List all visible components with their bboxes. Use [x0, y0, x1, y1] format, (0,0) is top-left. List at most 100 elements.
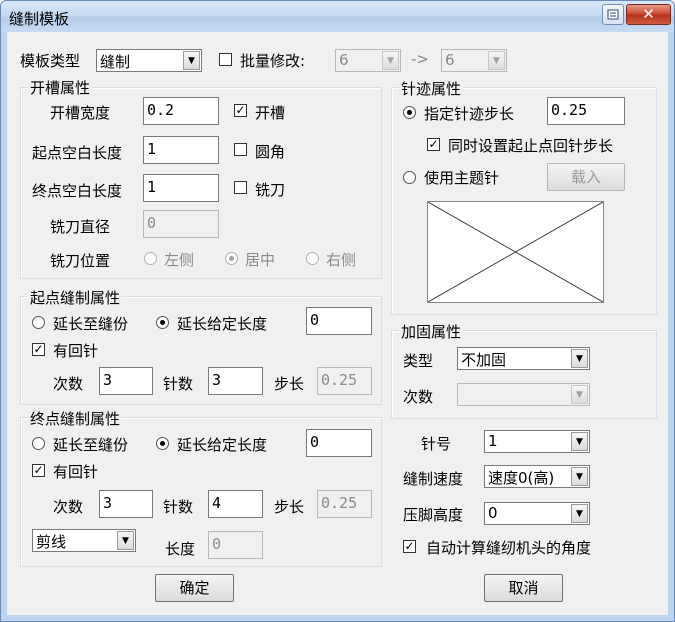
needle-number-value: 1: [488, 432, 498, 450]
start-backstitch-label: 有回针: [53, 342, 99, 360]
chevron-down-icon[interactable]: ▼: [183, 51, 200, 70]
round-corner-checkbox[interactable]: [234, 143, 247, 156]
system-menu-icon[interactable]: [602, 4, 624, 25]
end-extend-input[interactable]: 0: [306, 429, 372, 457]
chevron-down-icon[interactable]: ▼: [117, 531, 134, 550]
mill-pos-center-label: 居中: [245, 251, 276, 269]
mill-pos-right-label: 右侧: [326, 251, 357, 269]
presser-foot-select[interactable]: 0 ▼: [484, 502, 590, 525]
mill-pos-right-radio[interactable]: [306, 252, 319, 265]
reinforce-count-select[interactable]: ▼: [457, 383, 590, 406]
load-button[interactable]: 载入: [547, 163, 625, 191]
batch-from-value: 6: [339, 51, 349, 69]
presser-foot-value: 0: [488, 504, 498, 522]
sync-step-checkbox[interactable]: ✓: [427, 138, 440, 151]
end-step-input[interactable]: 0.25: [317, 490, 372, 518]
sync-step-label: 同时设置起止点回针步长: [448, 137, 614, 155]
batch-to-select[interactable]: 6 ▼: [441, 49, 507, 72]
mill-label: 铣刀: [255, 181, 286, 199]
batch-modify-checkbox[interactable]: [219, 53, 232, 66]
specify-step-radio[interactable]: [403, 106, 416, 119]
chevron-down-icon[interactable]: ▼: [382, 51, 399, 70]
end-count-input[interactable]: 3: [99, 490, 153, 518]
slot-properties-title: 开槽属性: [28, 77, 93, 98]
end-count-label: 次数: [53, 498, 84, 516]
round-corner-label: 圆角: [255, 143, 286, 161]
needle-number-label: 针号: [421, 435, 452, 453]
reinforce-type-select[interactable]: 不加固 ▼: [457, 347, 590, 370]
mill-diameter-label: 铣刀直径: [50, 218, 111, 236]
theme-needle-radio[interactable]: [403, 171, 416, 184]
reinforce-count-label: 次数: [403, 388, 434, 406]
batch-arrow: ->: [411, 50, 429, 68]
start-step-input[interactable]: 0.25: [317, 367, 372, 395]
title-bar[interactable]: 缝制模板 ✕: [1, 1, 674, 32]
mill-position-label: 铣刀位置: [50, 252, 111, 270]
end-extend-length-label: 延长给定长度: [177, 436, 268, 454]
start-extend-input[interactable]: 0: [306, 307, 372, 335]
auto-angle-label: 自动计算缝纫机头的角度: [426, 539, 592, 557]
end-stitch-label: 针数: [163, 498, 194, 516]
mill-checkbox[interactable]: [234, 181, 247, 194]
specify-step-input[interactable]: 0.25: [547, 97, 625, 125]
cancel-button[interactable]: 取消: [484, 574, 563, 602]
auto-angle-checkbox[interactable]: ✓: [403, 540, 416, 553]
cut-thread-value: 剪线: [36, 533, 67, 551]
mill-diameter-input[interactable]: 0: [143, 210, 219, 238]
mill-pos-left-radio[interactable]: [144, 252, 157, 265]
start-stitch-label: 针数: [163, 375, 194, 393]
template-type-select[interactable]: 缝制 ▼: [96, 49, 202, 72]
start-extend-seam-label: 延长至缝份: [53, 315, 129, 333]
slot-width-input[interactable]: 0.2: [143, 97, 219, 125]
template-type-value: 缝制: [100, 53, 131, 71]
dialog-window: 缝制模板 ✕ 模板类型 缝制 ▼ 批量修改: 6 ▼ -> 6 ▼ 开槽属性 开…: [0, 0, 675, 622]
reinforce-type-value: 不加固: [461, 351, 507, 369]
start-blank-input[interactable]: 1: [143, 136, 219, 164]
slot-label: 开槽: [255, 104, 286, 122]
end-blank-input[interactable]: 1: [143, 174, 219, 202]
sew-speed-select[interactable]: 速度0(高) ▼: [484, 465, 590, 488]
mill-pos-center-radio[interactable]: [225, 252, 238, 265]
chevron-down-icon[interactable]: ▼: [571, 349, 588, 368]
start-backstitch-checkbox[interactable]: ✓: [32, 343, 45, 356]
needle-number-select[interactable]: 1 ▼: [484, 430, 590, 453]
chevron-down-icon[interactable]: ▼: [571, 504, 588, 523]
ok-button[interactable]: 确定: [155, 574, 234, 602]
slot-width-label: 开槽宽度: [50, 104, 111, 122]
needle-preview-image: [427, 201, 604, 303]
end-blank-label: 终点空白长度: [32, 182, 123, 200]
chevron-down-icon[interactable]: ▼: [488, 51, 505, 70]
chevron-down-icon[interactable]: ▼: [571, 467, 588, 486]
batch-modify-label: 批量修改:: [240, 52, 306, 70]
end-sew-title: 终点缝制属性: [28, 408, 123, 429]
slot-checkbox[interactable]: ✓: [234, 104, 247, 117]
end-backstitch-label: 有回针: [53, 463, 99, 481]
end-backstitch-checkbox[interactable]: ✓: [32, 464, 45, 477]
needle-trace-title: 针迹属性: [399, 78, 464, 99]
batch-from-select[interactable]: 6 ▼: [335, 49, 401, 72]
end-extend-length-radio[interactable]: [156, 437, 169, 450]
start-extend-length-label: 延长给定长度: [177, 315, 268, 333]
start-extend-seam-radio[interactable]: [32, 316, 45, 329]
batch-to-value: 6: [445, 51, 455, 69]
close-button[interactable]: ✕: [626, 4, 671, 25]
window-title: 缝制模板: [9, 10, 70, 28]
end-length-input[interactable]: 0: [208, 531, 263, 559]
start-stitch-input[interactable]: 3: [208, 367, 263, 395]
end-stitch-input[interactable]: 4: [208, 490, 263, 518]
reinforce-type-label: 类型: [403, 352, 434, 370]
start-step-label: 步长: [274, 375, 305, 393]
cut-thread-select[interactable]: 剪线 ▼: [32, 529, 136, 552]
chevron-down-icon[interactable]: ▼: [571, 385, 588, 404]
start-count-label: 次数: [53, 375, 84, 393]
theme-needle-label: 使用主题针: [424, 169, 500, 187]
chevron-down-icon[interactable]: ▼: [571, 432, 588, 451]
sew-speed-value: 速度0(高): [488, 469, 555, 487]
start-count-input[interactable]: 3: [99, 367, 153, 395]
sew-speed-label: 缝制速度: [403, 470, 464, 488]
end-extend-seam-radio[interactable]: [32, 437, 45, 450]
end-step-label: 步长: [274, 498, 305, 516]
specify-step-label: 指定针迹步长: [424, 105, 515, 123]
start-extend-length-radio[interactable]: [156, 316, 169, 329]
template-type-label: 模板类型: [20, 52, 81, 70]
